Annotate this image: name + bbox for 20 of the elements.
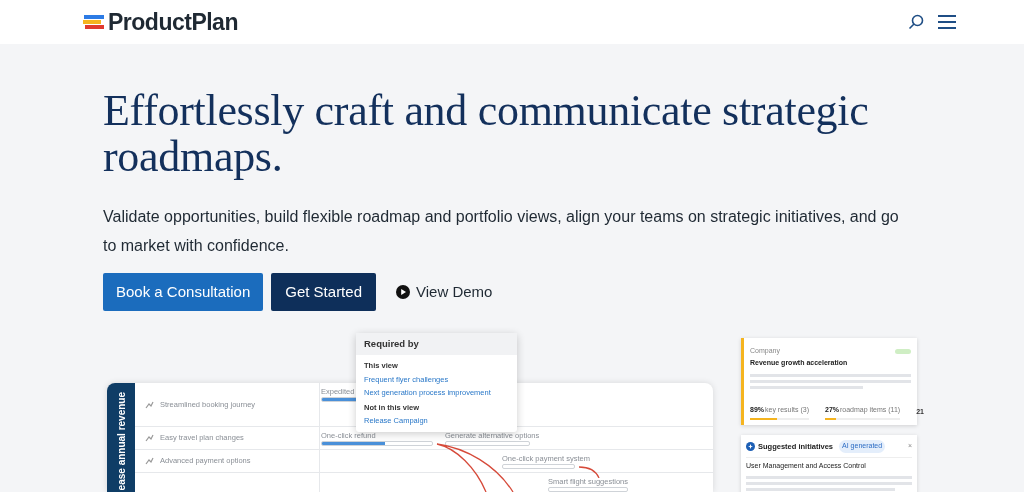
play-icon bbox=[396, 285, 410, 299]
status-badge bbox=[895, 348, 911, 354]
logo-text[interactable]: ProductPlan bbox=[108, 4, 238, 40]
metric-track bbox=[750, 417, 809, 420]
menu-icon[interactable] bbox=[938, 15, 956, 29]
get-started-button[interactable]: Get Started bbox=[271, 273, 376, 311]
initiative-icon bbox=[145, 434, 154, 442]
search-icon[interactable] bbox=[908, 14, 924, 30]
hero-subheading: Validate opportunities, build flexible roadmap and portfolio views, align your teams on strategic initiatives, and go to market with confidence. bbox=[103, 207, 900, 256]
view-demo-link[interactable]: View Demo bbox=[384, 273, 505, 311]
sparkle-icon bbox=[746, 441, 755, 451]
logo-icon bbox=[83, 13, 105, 31]
initiative-icon bbox=[145, 400, 154, 409]
connector-line bbox=[578, 466, 600, 478]
lane-label: ease annual revenue bbox=[114, 391, 128, 492]
hero-heading: Effortlessly craft and communicate strategic roadmaps. bbox=[103, 88, 870, 180]
roadmap-bar[interactable] bbox=[321, 441, 433, 446]
popup-title: Required by bbox=[356, 333, 517, 356]
initiative-icon bbox=[145, 457, 154, 465]
consultation-button[interactable]: Book a Consultation bbox=[103, 273, 264, 311]
